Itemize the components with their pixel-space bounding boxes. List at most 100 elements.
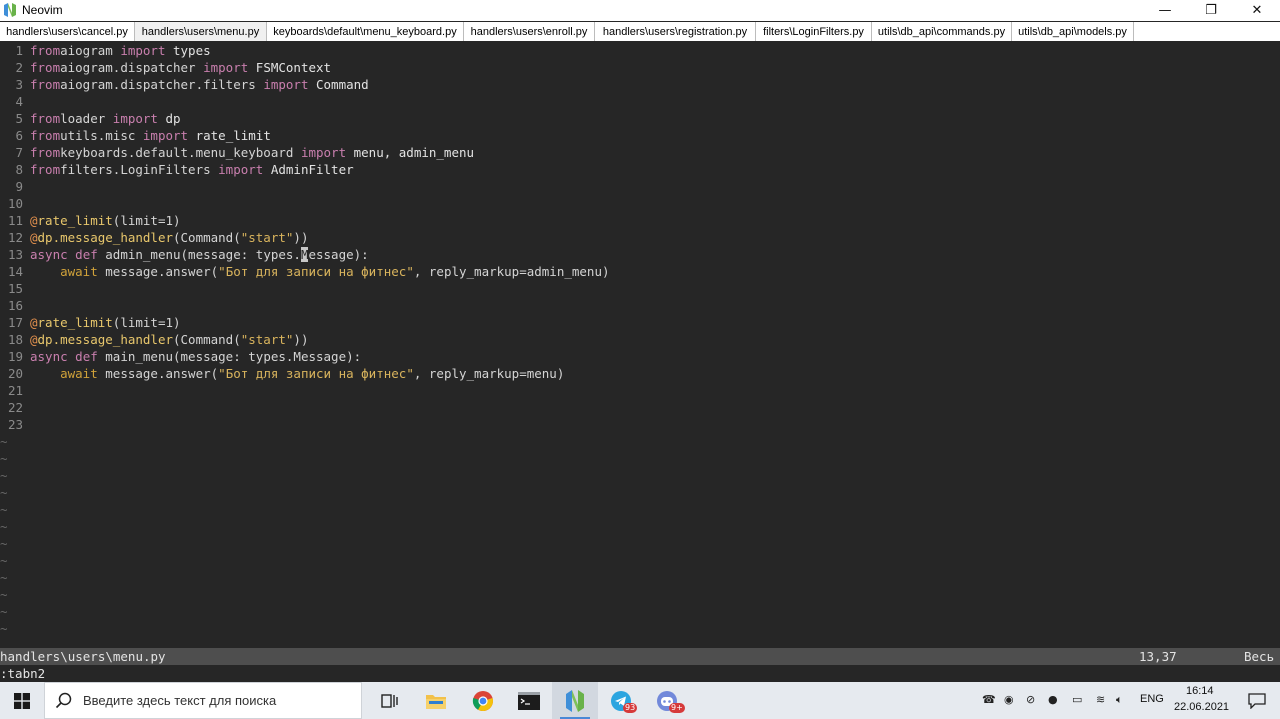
line-number: 8 <box>15 162 23 177</box>
empty-line-marker: ~ <box>0 570 8 585</box>
line-number: 6 <box>15 128 23 143</box>
start-button[interactable] <box>0 682 44 719</box>
volume-icon[interactable]: 🔈︎ <box>1116 693 1123 707</box>
code-text: @dp.message_handler(Command("start")) <box>30 229 308 246</box>
taskbar-chrome[interactable] <box>460 682 506 719</box>
code-token: aiogram <box>60 43 121 58</box>
line-number: 17 <box>7 315 23 330</box>
steam-icon[interactable]: ◉ <box>1004 693 1014 706</box>
status-scroll-indicator: Весь <box>1244 649 1275 664</box>
antivirus-icon[interactable]: ● <box>1048 693 1058 706</box>
code-text: async def main_menu(message: types.Messa… <box>30 348 361 365</box>
empty-line-marker: ~ <box>0 553 8 568</box>
task-view-icon <box>381 693 398 708</box>
taskbar-discord[interactable]: 9+ <box>644 682 690 719</box>
line-number: 20 <box>7 366 23 381</box>
empty-line-marker: ~ <box>0 604 8 619</box>
chrome-icon <box>472 690 493 711</box>
taskbar-neovim[interactable] <box>552 682 598 719</box>
code-token: "Бот для записи на фитнес" <box>218 264 414 279</box>
tab-cancel[interactable]: handlers\users\cancel.py <box>0 22 135 41</box>
code-token: keyboards.default.menu_keyboard <box>60 145 301 160</box>
line-number: 1 <box>15 43 23 58</box>
maximize-button[interactable]: ❐ <box>1188 0 1234 21</box>
code-token: import <box>263 77 309 92</box>
code-token: utils.misc <box>60 128 143 143</box>
code-text: fromaiogram.dispatcher.filters import Co… <box>30 76 369 93</box>
code-token: , reply_markup=menu) <box>413 366 565 381</box>
code-token: @ <box>30 213 38 228</box>
tab-enroll[interactable]: handlers\users\enroll.py <box>464 22 595 41</box>
code-token: import <box>203 60 249 75</box>
taskbar-explorer[interactable] <box>413 682 459 719</box>
close-button[interactable]: ✕ <box>1234 0 1280 21</box>
action-center-button[interactable] <box>1234 682 1280 719</box>
tray-app-icon[interactable]: ⊘ <box>1026 693 1035 706</box>
clock-date[interactable]: 22.06.2021 <box>1174 701 1229 713</box>
code-token: Command <box>308 77 369 92</box>
code-text: fromkeyboards.default.menu_keyboard impo… <box>30 144 474 161</box>
line-number: 3 <box>15 77 23 92</box>
battery-icon[interactable]: ▭ <box>1072 693 1082 706</box>
taskbar-search-box[interactable]: Введите здесь текст для поиска <box>44 682 362 719</box>
code-token: await <box>60 264 98 279</box>
taskbar-terminal[interactable] <box>506 682 552 719</box>
minimize-button[interactable]: — <box>1142 0 1188 21</box>
code-token: loader <box>60 111 113 126</box>
line-number: 2 <box>15 60 23 75</box>
tab-menu-keyboard[interactable]: keyboards\default\menu_keyboard.py <box>267 22 464 41</box>
tab-models[interactable]: utils\db_api\models.py <box>1012 22 1134 41</box>
code-token: from <box>30 77 61 92</box>
line-number: 22 <box>7 400 23 415</box>
clock-time[interactable]: 16:14 <box>1186 685 1214 697</box>
empty-line-marker: ~ <box>0 621 8 636</box>
task-view-button[interactable] <box>367 682 413 719</box>
code-text: @rate_limit(limit=1) <box>30 212 181 229</box>
notification-app-icon[interactable]: ☎ <box>982 693 996 706</box>
command-line[interactable]: :tabn2 <box>0 665 1280 682</box>
code-token: import <box>300 145 347 160</box>
line-number: 9 <box>15 179 23 194</box>
code-token: filters.LoginFilters <box>60 162 219 177</box>
status-cursor-position: 13,37 <box>1139 649 1177 664</box>
tab-registration[interactable]: handlers\users\registration.py <box>595 22 756 41</box>
code-text: fromutils.misc import rate_limit <box>30 127 271 144</box>
tab-login-filters[interactable]: filters\LoginFilters.py <box>756 22 872 41</box>
line-number: 11 <box>7 213 23 228</box>
code-token: main_menu(message: types.Message): <box>97 349 362 364</box>
code-token: "Бот для записи на фитнес" <box>218 366 414 381</box>
tab-menu[interactable]: handlers\users\menu.py <box>135 22 267 41</box>
search-placeholder: Введите здесь текст для поиска <box>83 693 277 708</box>
code-token: message.answer( <box>97 264 219 279</box>
taskbar-telegram[interactable]: 93 <box>598 682 644 719</box>
line-number: 10 <box>7 196 23 211</box>
wifi-icon[interactable]: ≋ <box>1096 693 1105 706</box>
input-language[interactable]: ENG <box>1140 693 1164 705</box>
code-token: from <box>30 128 61 143</box>
line-number: 5 <box>15 111 23 126</box>
code-token: @ <box>30 315 38 330</box>
code-token: await <box>60 366 98 381</box>
windows-taskbar: Введите здесь текст для поиска 93 9+ ☎ ◉… <box>0 682 1280 719</box>
empty-line-marker: ~ <box>0 468 8 483</box>
tab-commands[interactable]: utils\db_api\commands.py <box>872 22 1012 41</box>
folder-icon <box>426 694 446 709</box>
empty-line-marker: ~ <box>0 502 8 517</box>
code-token: FSMContext <box>248 60 332 75</box>
code-token: (Command( <box>173 332 241 347</box>
code-text: @dp.message_handler(Command("start")) <box>30 331 308 348</box>
code-token: (limit=1) <box>112 213 181 228</box>
editor-buffer[interactable]: 1 from aiogram import types 2 fromaiogram.di… <box>0 41 1280 648</box>
code-text: fromaiogram.dispatcher import FSMContext <box>30 59 331 76</box>
windows-logo-icon <box>14 692 30 709</box>
code-token: admin_menu(message: types. <box>97 247 301 262</box>
code-token: from <box>30 60 61 75</box>
code-token: import <box>142 128 189 143</box>
code-token: menu, admin_menu <box>346 145 475 160</box>
code-token: types <box>165 43 211 58</box>
code-token: def <box>75 349 98 364</box>
neovim-icon <box>566 689 584 712</box>
status-filename: handlers\users\menu.py <box>0 649 166 664</box>
code-token: )) <box>293 230 309 245</box>
code-token: (limit=1) <box>112 315 181 330</box>
